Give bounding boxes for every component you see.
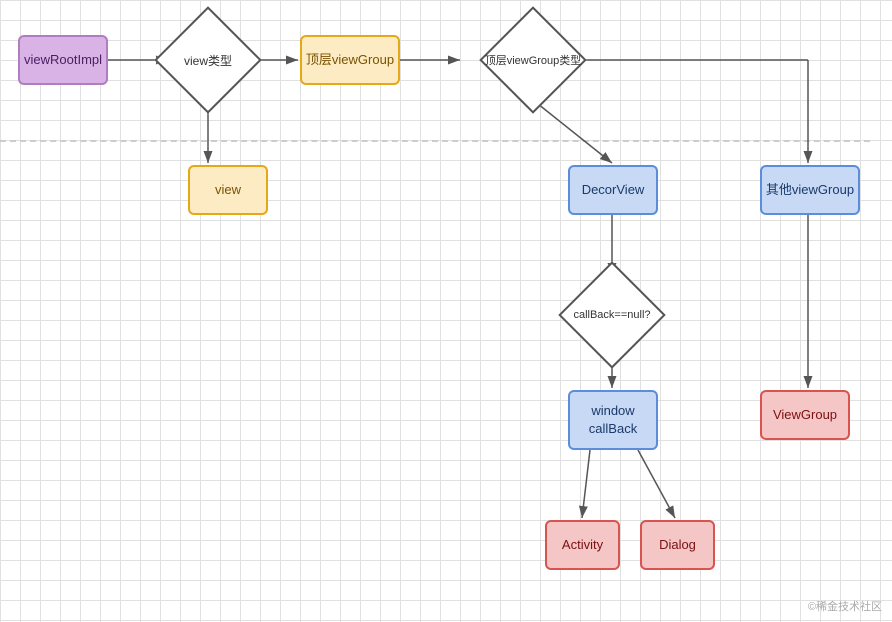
node-decorView: DecorView xyxy=(568,165,658,215)
watermark: ©稀金技术社区 xyxy=(808,598,882,614)
diamond-callBackNull: callBack==null? xyxy=(562,275,662,355)
node-otherViewGroup: 其他viewGroup xyxy=(760,165,860,215)
divider-line xyxy=(0,140,870,142)
node-view: view xyxy=(188,165,268,215)
node-dialog: Dialog xyxy=(640,520,715,570)
diamond-viewType: view类型 xyxy=(168,20,248,100)
diamond-label-callback: callBack==null? xyxy=(573,309,650,321)
diamond-topViewGroupType: 顶层viewGroup类型 xyxy=(460,20,606,100)
node-windowCallBack: window callBack xyxy=(568,390,658,450)
node-topViewGroup: 顶层viewGroup xyxy=(300,35,400,85)
arrows-layer xyxy=(0,0,892,622)
node-viewRootImpl: viewRootImpl xyxy=(18,35,108,85)
node-activity: Activity xyxy=(545,520,620,570)
node-viewGroup: ViewGroup xyxy=(760,390,850,440)
diamond-label-topType: 顶层viewGroup类型 xyxy=(485,52,582,68)
diamond-label-viewType: view类型 xyxy=(184,52,232,69)
flowchart-canvas: viewRootImpl view类型 顶层viewGroup 顶层viewGr… xyxy=(0,0,892,622)
